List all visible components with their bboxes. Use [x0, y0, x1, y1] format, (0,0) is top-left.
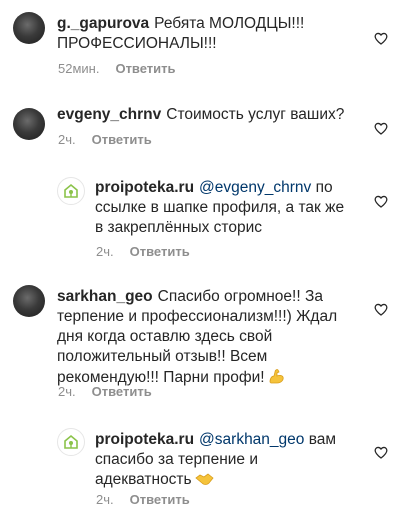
comment-body: sarkhan_geo Спасибо огромное!! За терпени… [57, 287, 357, 388]
mention-link[interactable]: @evgeny_chrnv [199, 179, 311, 196]
reply-button[interactable]: Ответить [92, 384, 152, 399]
reply-button[interactable]: Ответить [130, 244, 190, 259]
comment-time: 2ч. [58, 384, 76, 399]
reply-button[interactable]: Ответить [115, 61, 175, 76]
comment-meta: 2ч. Ответить [96, 244, 190, 260]
comment-username[interactable]: proipoteka.ru [95, 431, 194, 448]
comment-time: 2ч. [96, 492, 114, 507]
comment-username[interactable]: evgeny_chrnv [57, 106, 161, 123]
avatar[interactable] [13, 108, 45, 140]
like-heart-icon[interactable] [374, 195, 388, 208]
like-heart-icon[interactable] [374, 446, 388, 459]
comment-username[interactable]: sarkhan_geo [57, 288, 153, 305]
avatar[interactable] [13, 285, 45, 317]
like-heart-icon[interactable] [374, 122, 388, 135]
comment-text: Стоимость услуг ваших? [166, 106, 345, 123]
house-key-icon [64, 434, 78, 449]
comment-username[interactable]: proipoteka.ru [95, 179, 194, 196]
avatar[interactable] [13, 12, 45, 44]
like-heart-icon[interactable] [374, 32, 388, 45]
like-heart-icon[interactable] [374, 303, 388, 316]
handshake-icon [194, 473, 214, 485]
brand-avatar[interactable] [57, 428, 85, 456]
flexed-biceps-icon [269, 369, 284, 384]
comment-body: proipoteka.ru @evgeny_chrnv по ссылке в ш… [95, 178, 355, 238]
reply-button[interactable]: Ответить [92, 132, 152, 147]
comment-time: 2ч. [58, 132, 76, 147]
mention-link[interactable]: @sarkhan_geo [199, 431, 304, 448]
comment-body: evgeny_chrnv Стоимость услуг ваших? [57, 105, 357, 125]
comment-body: g._gapurova Ребята МОЛОДЦЫ!!! ПРОФЕССИОНА… [57, 14, 352, 54]
reply-button[interactable]: Ответить [130, 492, 190, 507]
comment-body: proipoteka.ru @sarkhan_geo вам спасибо за… [95, 430, 355, 490]
comment-meta: 2ч. Ответить [58, 384, 152, 400]
house-key-icon [64, 183, 78, 198]
comment-time: 52мин. [58, 61, 100, 76]
brand-avatar[interactable] [57, 177, 85, 205]
comment-time: 2ч. [96, 244, 114, 259]
comment-meta: 2ч. Ответить [96, 492, 190, 508]
comment-meta: 52мин. Ответить [58, 61, 176, 77]
comment-meta: 2ч. Ответить [58, 132, 152, 148]
comment-username[interactable]: g._gapurova [57, 15, 149, 32]
